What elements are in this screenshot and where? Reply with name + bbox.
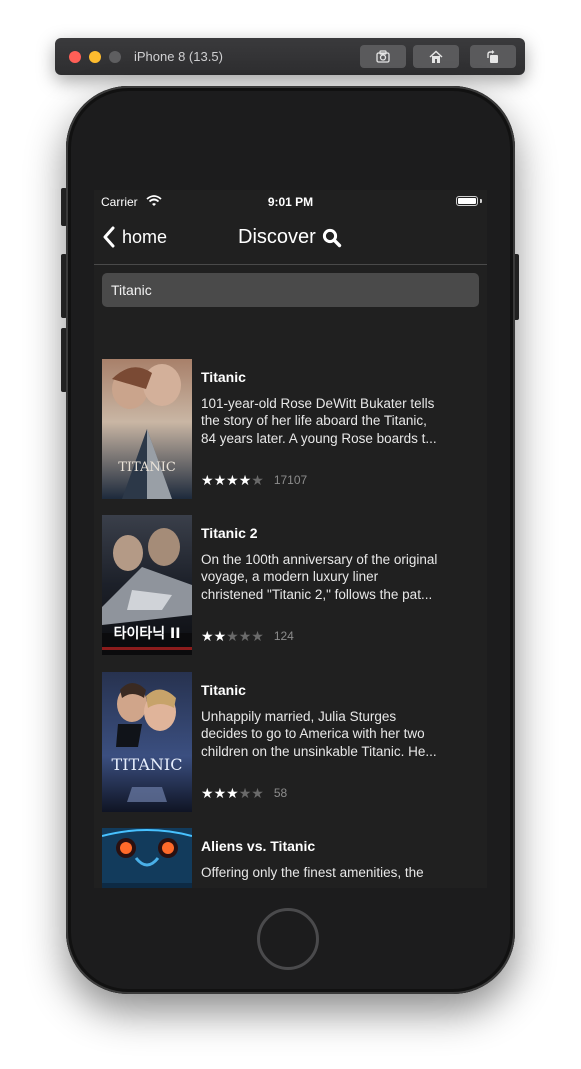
movie-overview: On the 100th anniversary of the original…	[201, 551, 473, 603]
overview-line: decides to go to America with her two	[201, 726, 425, 742]
star-icon: ★	[226, 785, 239, 801]
chevron-left-icon	[103, 226, 115, 248]
movie-poster	[102, 828, 192, 888]
minimize-window-button[interactable]	[89, 51, 101, 63]
simulator-title: iPhone 8 (13.5)	[134, 49, 223, 64]
overview-line: On the 100th anniversary of the original	[201, 552, 438, 567]
status-bar: Carrier 9:01 PM	[94, 190, 487, 212]
star-icon: ★	[238, 472, 252, 488]
poster-title-text: TITANIC	[118, 460, 176, 475]
overview-line: children on the unsinkable Titanic. He..…	[201, 743, 437, 759]
search-icon[interactable]	[322, 228, 342, 248]
page-title: Discover	[238, 226, 316, 248]
overview-line: christened "Titanic 2," follows the pat.…	[201, 586, 433, 602]
screenshot-icon	[376, 49, 390, 63]
star-rating: ★ ★ ★ ★ ★ 58	[201, 786, 287, 800]
movie-poster: 타이타닉 II	[102, 515, 192, 655]
search-input[interactable]	[102, 273, 479, 307]
star-icon: ★	[213, 785, 227, 801]
overview-line: Offering only the finest amenities, the	[201, 865, 424, 880]
poster-title-text: TITANIC	[112, 755, 183, 774]
list-item[interactable]: Aliens vs. Titanic Offering only the fin…	[94, 828, 487, 888]
app-screen: Carrier 9:01 PM home Discover Titanic TI…	[94, 190, 487, 888]
screenshot-button[interactable]	[360, 45, 406, 68]
movie-title: Aliens vs. Titanic	[201, 838, 316, 854]
status-time: 9:01 PM	[267, 195, 314, 209]
star-icon: ★	[251, 785, 264, 801]
vote-count: 124	[273, 629, 294, 643]
poster-title-text: 타이타닉 II	[114, 625, 181, 642]
star-icon: ★	[201, 472, 214, 488]
star-icon: ★	[226, 472, 239, 488]
battery-icon	[456, 196, 478, 206]
list-item[interactable]: 타이타닉 II Titanic 2 On the 100th anniversa…	[94, 515, 487, 655]
star-rating: ★ ★ ★ ★ ★ 124	[201, 629, 294, 643]
nav-title-group: Discover	[238, 226, 342, 249]
navigation-bar: home Discover	[94, 212, 487, 265]
star-icon: ★	[238, 785, 252, 801]
vote-count: 58	[273, 786, 288, 800]
star-icon: ★	[251, 628, 264, 644]
star-icon: ★	[238, 628, 252, 644]
movie-overview: Offering only the finest amenities, the	[201, 864, 473, 881]
list-item[interactable]: TITANIC Titanic Unhappily married, Julia…	[94, 672, 487, 812]
battery-tip	[480, 199, 482, 203]
movie-title: Titanic 2	[201, 525, 258, 541]
vote-count: 17107	[273, 473, 308, 487]
close-window-button[interactable]	[69, 51, 81, 63]
back-label: home	[122, 226, 168, 247]
overview-line: Unhappily married, Julia Sturges	[201, 709, 397, 724]
movie-title: Titanic	[201, 369, 246, 385]
back-button[interactable]: home	[102, 226, 167, 248]
rotate-button[interactable]	[470, 45, 516, 68]
movie-poster: TITANIC	[102, 359, 192, 499]
movie-poster: TITANIC	[102, 672, 192, 812]
home-button[interactable]	[413, 45, 459, 68]
overview-line: 84 years later. A young Rose boards t...	[201, 430, 437, 446]
star-rating: ★ ★ ★ ★ ★ 17107	[201, 473, 307, 487]
zoom-window-button[interactable]	[109, 51, 121, 63]
list-item[interactable]: TITANIC Titanic 101-year-old Rose DeWitt…	[94, 359, 487, 499]
movie-title: Titanic	[201, 682, 246, 698]
movie-overview: Unhappily married, Julia Sturges decides…	[201, 708, 473, 760]
overview-line: the story of her life aboard the Titanic…	[201, 413, 427, 429]
simulator-title-bar: iPhone 8 (13.5)	[55, 38, 525, 75]
overview-line: 101-year-old Rose DeWitt Bukater tells	[201, 396, 435, 411]
device-home-button[interactable]	[257, 908, 319, 970]
star-icon: ★	[201, 785, 214, 801]
star-icon: ★	[201, 628, 214, 644]
star-icon: ★	[213, 628, 227, 644]
home-icon	[429, 49, 443, 63]
overview-line: voyage, a modern luxury liner	[201, 569, 379, 585]
rotate-icon	[487, 49, 498, 63]
star-icon: ★	[226, 628, 239, 644]
star-icon: ★	[251, 472, 264, 488]
movie-overview: 101-year-old Rose DeWitt Bukater tells t…	[201, 395, 473, 447]
star-icon: ★	[213, 472, 227, 488]
